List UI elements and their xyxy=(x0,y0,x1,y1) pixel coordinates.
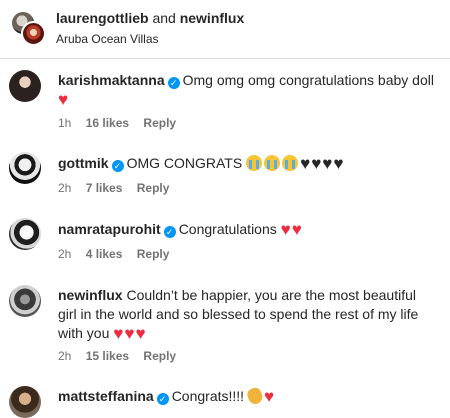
black-heart-icon: ♥ xyxy=(322,154,333,173)
reply-button[interactable]: Reply xyxy=(143,349,176,363)
reply-button[interactable]: Reply xyxy=(143,116,176,130)
comment-username[interactable]: newinflux xyxy=(58,287,123,303)
comment-text: Congratulations xyxy=(178,221,277,237)
avatar[interactable] xyxy=(9,386,41,418)
comment-time: 2h xyxy=(58,247,72,261)
comment-body: mattsteffanina ✓ Congrats!!!! ♥ xyxy=(58,386,438,406)
comment-body: namratapurohit ✓ Congratulations ♥♥ xyxy=(58,220,438,239)
post-header: laurengottlieb and newinflux Aruba Ocean… xyxy=(0,0,450,59)
comment-body: newinflux Couldn’t be happier, you are t… xyxy=(58,286,438,343)
crying-face-icon xyxy=(264,155,281,171)
red-heart-icon: ♥ xyxy=(58,90,69,109)
author-joiner: and xyxy=(152,10,176,26)
crying-face-icon xyxy=(282,155,299,171)
verified-badge-icon: ✓ xyxy=(111,160,124,172)
comment-likes[interactable]: 7 likes xyxy=(86,181,123,195)
comment-text: OMG CONGRATS xyxy=(126,155,243,171)
crying-face-icon xyxy=(246,155,263,171)
comment-time: 1h xyxy=(58,116,72,130)
comment-body: gottmik ✓ OMG CONGRATS ♥♥♥♥ xyxy=(58,154,438,173)
red-heart-icon: ♥ xyxy=(124,324,135,343)
comment: karishmaktanna ✓ Omg omg omg congratulatio… xyxy=(0,70,450,132)
comment-likes[interactable]: 16 likes xyxy=(86,116,129,130)
comment-username[interactable]: karishmaktanna xyxy=(58,72,165,88)
reply-button[interactable]: Reply xyxy=(137,247,170,261)
verified-badge-icon: ✓ xyxy=(156,393,169,405)
comment-username[interactable]: namratapurohit xyxy=(58,221,161,237)
comment: gottmik ✓ OMG CONGRATS ♥♥♥♥ 2h 7 likes Rep… xyxy=(0,152,450,197)
comment-text: Congrats!!!! xyxy=(171,388,245,404)
reply-button[interactable]: Reply xyxy=(137,181,170,195)
comment-body: karishmaktanna ✓ Omg omg omg congratulatio… xyxy=(58,71,438,109)
avatar[interactable] xyxy=(9,218,41,250)
comment-time: 2h xyxy=(58,349,72,363)
black-heart-icon: ♥ xyxy=(311,154,322,173)
verified-badge-icon: ✓ xyxy=(163,226,176,238)
red-heart-icon: ♥ xyxy=(280,220,291,239)
avatar[interactable] xyxy=(9,285,41,317)
avatar[interactable] xyxy=(9,70,41,102)
avatar[interactable] xyxy=(21,21,46,46)
collab-avatars[interactable] xyxy=(10,10,46,46)
comment-likes[interactable]: 15 likes xyxy=(86,349,129,363)
comment-username[interactable]: mattsteffanina xyxy=(58,388,154,404)
comment-time: 2h xyxy=(58,181,72,195)
comment-meta: 2h 15 likes Reply xyxy=(58,348,187,364)
red-heart-icon: ♥ xyxy=(113,324,124,343)
avatar[interactable] xyxy=(9,152,41,184)
verified-badge-icon: ✓ xyxy=(167,77,180,89)
author-username[interactable]: newinflux xyxy=(180,10,245,26)
comment-meta: 1h 16 likes Reply xyxy=(58,115,187,131)
comment-text: Omg omg omg congratulations baby doll xyxy=(182,72,434,88)
comment: newinflux Couldn’t be happier, you are t… xyxy=(0,285,450,367)
post-location[interactable]: Aruba Ocean Villas xyxy=(56,31,159,47)
black-heart-icon: ♥ xyxy=(300,154,311,173)
comment: namratapurohit ✓ Congratulations ♥♥ 2h 4 l… xyxy=(0,218,450,263)
red-heart-icon: ♥ xyxy=(291,220,302,239)
red-heart-icon: ♥ xyxy=(135,324,146,343)
black-heart-icon: ♥ xyxy=(333,154,344,173)
clapping-hands-icon xyxy=(245,386,265,406)
comment-meta: 2h 4 likes Reply xyxy=(58,246,180,262)
comment-meta: 2h 7 likes Reply xyxy=(58,180,180,196)
author-username[interactable]: laurengottlieb xyxy=(56,10,149,26)
comment-likes[interactable]: 4 likes xyxy=(86,247,123,261)
red-heart-icon: ♥ xyxy=(263,387,275,406)
post-authors: laurengottlieb and newinflux xyxy=(56,9,244,27)
comment-username[interactable]: gottmik xyxy=(58,155,109,171)
comment: mattsteffanina ✓ Congrats!!!! ♥ xyxy=(0,386,450,418)
